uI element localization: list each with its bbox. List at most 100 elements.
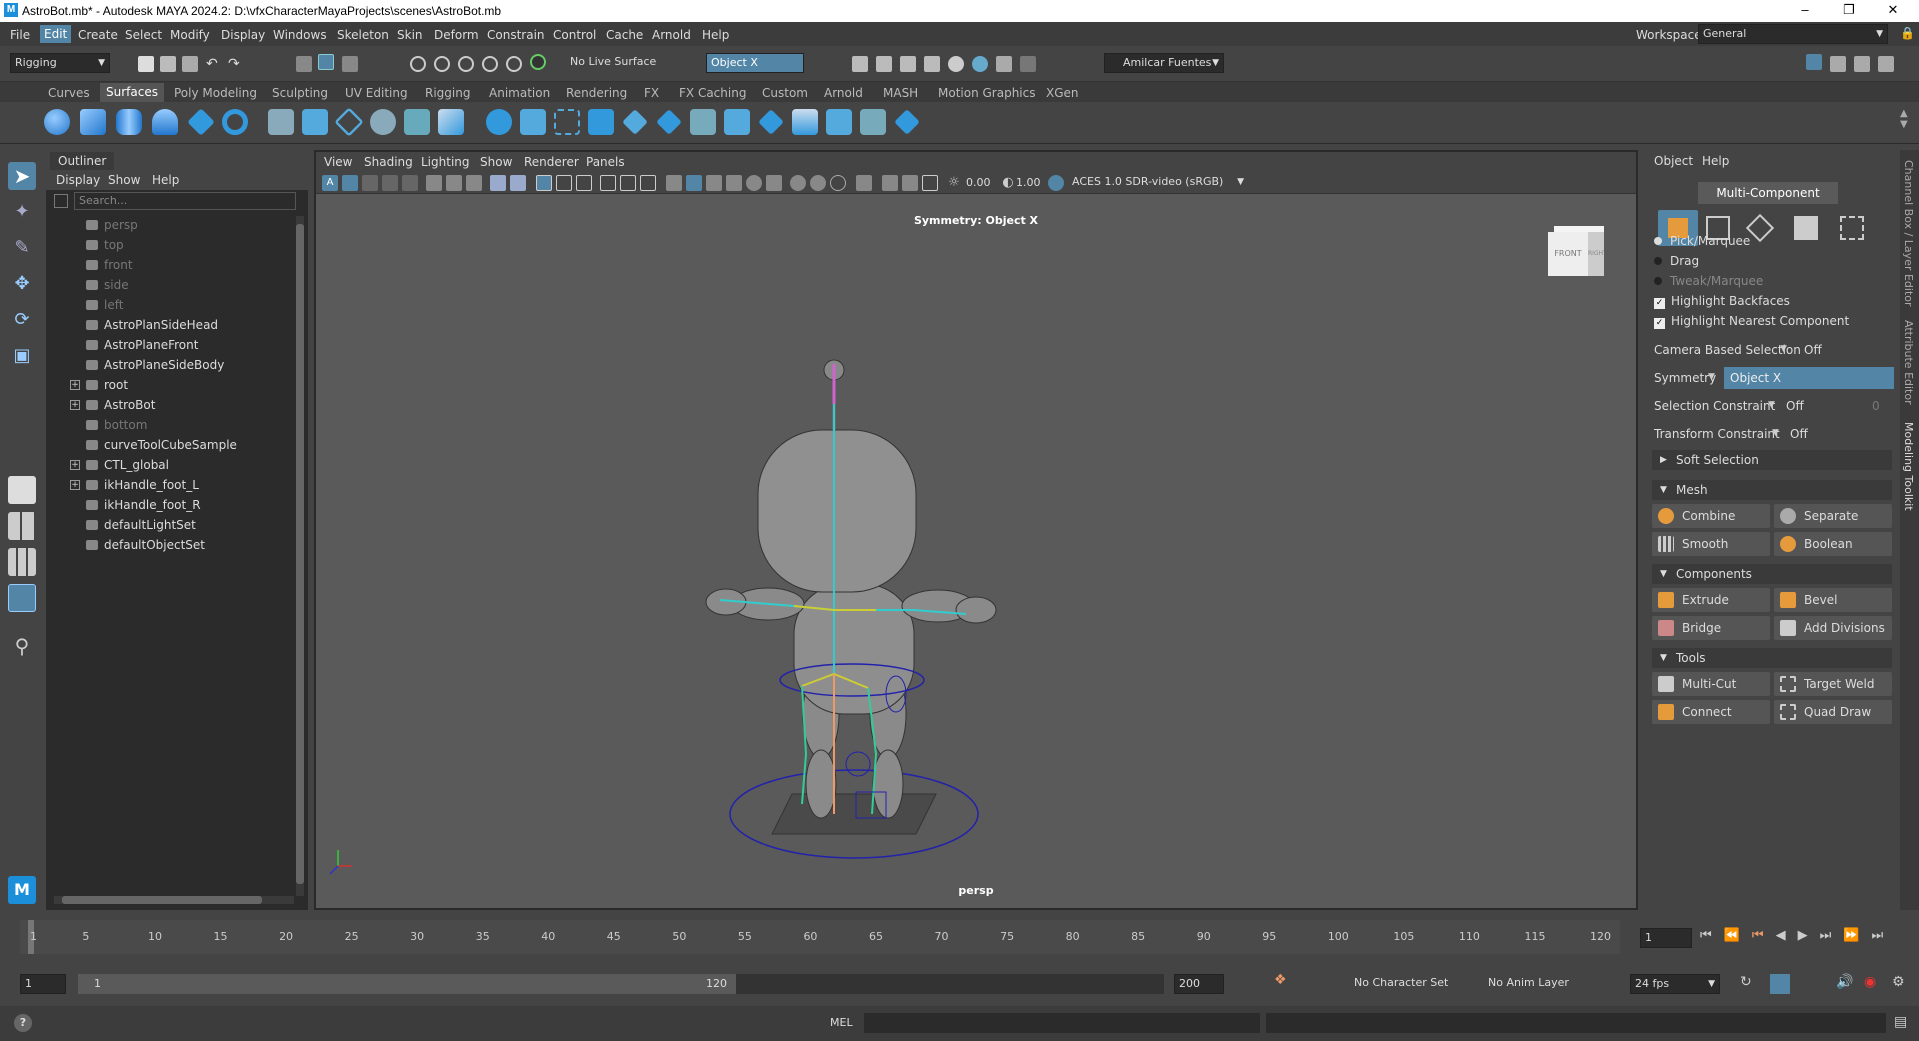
smooth-button[interactable]: Smooth bbox=[1652, 532, 1770, 556]
camera-based-selection-value[interactable]: Off bbox=[1804, 343, 1822, 357]
current-frame-field[interactable]: 1 bbox=[1640, 928, 1692, 948]
step-forward-frame-icon[interactable]: ⏭ bbox=[1820, 928, 1844, 943]
single-perspective-view-icon[interactable] bbox=[8, 476, 36, 504]
xray-joints-icon[interactable] bbox=[490, 175, 506, 191]
snap-grid-icon[interactable] bbox=[410, 56, 426, 72]
separate-button[interactable]: Separate bbox=[1774, 504, 1892, 528]
select-camera-icon[interactable]: A bbox=[322, 175, 338, 191]
nurbs-plane-icon[interactable] bbox=[187, 108, 215, 136]
uv-mode-icon[interactable] bbox=[1840, 216, 1864, 240]
tools-section[interactable]: ▼ Tools bbox=[1652, 648, 1892, 668]
safe-action-icon[interactable] bbox=[640, 175, 656, 191]
menu-skin[interactable]: Skin bbox=[397, 28, 423, 42]
render-settings-icon[interactable] bbox=[924, 56, 940, 72]
shelf-scroll-icon[interactable]: ▲ ▼ bbox=[1900, 108, 1908, 130]
lock-icon[interactable]: 🔒 bbox=[1900, 26, 1915, 40]
render-current-icon[interactable] bbox=[876, 56, 892, 72]
outliner-layout-icon[interactable] bbox=[8, 584, 36, 612]
boolean-button[interactable]: Boolean bbox=[1774, 532, 1892, 556]
command-input[interactable] bbox=[864, 1013, 1260, 1033]
project-curve-icon[interactable] bbox=[554, 109, 580, 135]
snap-curve-icon[interactable] bbox=[434, 56, 450, 72]
transform-constraint-value[interactable]: Off bbox=[1790, 427, 1808, 441]
shelf-tab-poly-modeling[interactable]: Poly Modeling bbox=[174, 86, 257, 100]
outliner-menu-help[interactable]: Help bbox=[152, 173, 179, 187]
gamma-value[interactable]: 1.00 bbox=[1016, 176, 1041, 189]
arnold-ipr-icon[interactable] bbox=[996, 56, 1012, 72]
resolution-gate-icon[interactable] bbox=[576, 175, 592, 191]
expand-icon[interactable]: + bbox=[70, 480, 80, 490]
outliner-menu-show[interactable]: Show bbox=[108, 173, 140, 187]
side-tab-channel-box[interactable]: Channel Box / Layer Editor bbox=[1902, 160, 1915, 307]
bevel-button[interactable]: Bevel bbox=[1774, 588, 1892, 612]
gate-mask-icon[interactable] bbox=[600, 175, 616, 191]
play-forwards-icon[interactable]: ▶ bbox=[1798, 928, 1820, 943]
expand-icon[interactable]: + bbox=[70, 380, 80, 390]
motion-blur-icon[interactable] bbox=[810, 175, 826, 191]
step-forward-key-icon[interactable]: ⏩ bbox=[1843, 928, 1871, 943]
shelf-tab-custom[interactable]: Custom bbox=[762, 86, 808, 100]
toggle-channel-box-icon[interactable] bbox=[1878, 56, 1894, 72]
toolkit-menu-object[interactable]: Object bbox=[1654, 154, 1693, 168]
astrobot-character[interactable] bbox=[316, 194, 1636, 908]
intersect-icon[interactable] bbox=[588, 109, 614, 135]
toggle-modeling-toolkit-icon[interactable] bbox=[1806, 54, 1822, 70]
shelf-tab-fx[interactable]: FX bbox=[644, 86, 659, 100]
outliner-horizontal-scrollbar[interactable] bbox=[54, 896, 294, 904]
mesh-section[interactable]: ▼ Mesh bbox=[1652, 480, 1892, 500]
menu-edit[interactable]: Edit bbox=[40, 25, 72, 43]
screen-space-ao-icon[interactable] bbox=[790, 175, 806, 191]
side-tab-attribute-editor[interactable]: Attribute Editor bbox=[1902, 320, 1915, 405]
auto-key-icon[interactable]: ❖ bbox=[1274, 972, 1287, 988]
expand-icon[interactable]: + bbox=[70, 400, 80, 410]
menu-select[interactable]: Select bbox=[125, 28, 162, 42]
shelf-tab-surfaces[interactable]: Surfaces bbox=[100, 83, 164, 102]
expand-icon[interactable]: + bbox=[70, 460, 80, 470]
xray-active-icon[interactable] bbox=[922, 175, 938, 191]
chevron-down-icon[interactable]: ▼ bbox=[1768, 400, 1775, 410]
sculpt-geometry-icon[interactable] bbox=[860, 109, 886, 135]
grid-icon[interactable] bbox=[536, 175, 552, 191]
maximize-button[interactable]: ❐ bbox=[1834, 2, 1864, 18]
scale-tool-icon[interactable]: ▣ bbox=[8, 342, 36, 370]
persp-outliner-layout-icon[interactable] bbox=[8, 548, 36, 576]
bridge-button[interactable]: Bridge bbox=[1652, 616, 1770, 640]
multi-cut-button[interactable]: Multi-Cut bbox=[1652, 672, 1770, 696]
symmetry-dropdown[interactable]: Object X bbox=[706, 53, 804, 73]
animation-end-field[interactable]: 200 bbox=[1174, 974, 1224, 994]
detach-surfaces-icon[interactable] bbox=[724, 109, 750, 135]
range-inner-start[interactable]: 1 bbox=[94, 977, 101, 990]
rotate-tool-icon[interactable]: ⟳ bbox=[8, 306, 36, 334]
birail-icon[interactable] bbox=[404, 109, 430, 135]
left-shin[interactable] bbox=[805, 749, 837, 819]
shelf-tab-uv-editing[interactable]: UV Editing bbox=[345, 86, 408, 100]
highlight-nearest-checkbox[interactable]: ✓ Highlight Nearest Component bbox=[1654, 314, 1849, 329]
pick-marquee-radio[interactable]: Pick/Marquee bbox=[1654, 234, 1750, 248]
open-scene-icon[interactable] bbox=[160, 56, 176, 72]
range-inner-end[interactable]: 120 bbox=[706, 977, 727, 990]
minimize-button[interactable]: – bbox=[1790, 2, 1820, 17]
quad-draw-button[interactable]: Quad Draw bbox=[1774, 700, 1892, 724]
revolve-icon[interactable] bbox=[268, 109, 294, 135]
character-set-dropdown[interactable]: No Character Set bbox=[1350, 974, 1474, 994]
step-back-key-icon[interactable]: ⏪ bbox=[1724, 928, 1752, 943]
trim-tool-icon[interactable] bbox=[622, 109, 648, 135]
menu-control[interactable]: Control bbox=[553, 28, 596, 42]
sound-icon[interactable]: 🔊 bbox=[1836, 974, 1853, 990]
knee-pole-curve[interactable] bbox=[845, 751, 871, 777]
shelf-tab-rendering[interactable]: Rendering bbox=[566, 86, 627, 100]
close-button[interactable]: ✕ bbox=[1878, 2, 1908, 18]
shelf-tab-sculpting[interactable]: Sculpting bbox=[272, 86, 328, 100]
range-slider-handle[interactable]: 1 120 bbox=[78, 974, 736, 994]
step-back-frame-icon[interactable]: ⏮ bbox=[1752, 928, 1776, 943]
outliner-filter-icon[interactable] bbox=[54, 194, 68, 208]
fps-dropdown[interactable]: 24 fps ▼ bbox=[1630, 974, 1720, 994]
chevron-down-icon[interactable]: ▼ bbox=[1780, 344, 1787, 354]
selection-constraint-number[interactable]: 0 bbox=[1872, 399, 1880, 413]
symmetry-field[interactable]: Object X bbox=[1724, 367, 1894, 389]
viewport-canvas[interactable]: Symmetry: Object X persp FRONT RIGHT bbox=[316, 194, 1636, 908]
camera-attributes-icon[interactable] bbox=[342, 175, 358, 191]
head[interactable] bbox=[757, 429, 917, 593]
right-shin[interactable] bbox=[872, 749, 904, 819]
preferences-icon[interactable]: ⚙ bbox=[1892, 974, 1905, 990]
